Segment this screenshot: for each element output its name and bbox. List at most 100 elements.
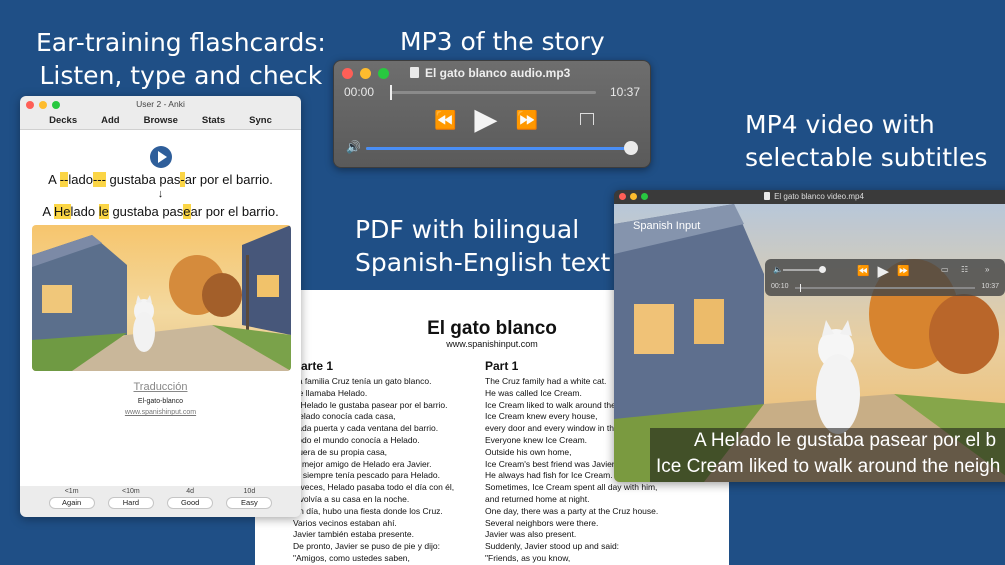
spanish-line: Un día, hubo una fiesta donde los Cruz. [293,505,443,516]
anki-menu-browse[interactable]: Browse [144,115,178,129]
zoom-window-button[interactable] [378,68,389,79]
english-line: Javier was also present. [485,529,577,540]
mp3-progress-bar[interactable] [390,85,596,100]
answer-interval: <10m [122,488,140,495]
correct-fix: le [98,204,109,219]
caption-ear-training: Ear-training flashcards: Listen, type an… [36,26,326,92]
audio-play-icon[interactable] [150,146,172,168]
translation-link[interactable]: Traducción [20,381,301,393]
english-line: Suddenly, Javier stood up and said: [485,541,620,552]
easy-button[interactable]: Easy [226,497,273,509]
video-rewind-icon[interactable]: ⏪ [857,266,869,277]
caption-mp4-line2: selectable subtitles [745,143,988,172]
minimize-window-button[interactable] [360,68,371,79]
close-window-button[interactable] [342,68,353,79]
video-fast-forward-icon[interactable]: ⏩ [897,266,909,277]
answer-buttons: <1m Again <10m Hard 4d Good 10d Easy [20,486,301,517]
subtitle-box[interactable]: A Helado le gustaba pasear por el b Ice … [650,428,1005,482]
again-button[interactable]: Again [48,497,95,509]
answer-interval: 10d [243,488,256,495]
video-total-time: 10:37 [981,283,999,290]
subtitle-spanish[interactable]: A Helado le gustaba pasear por el b [694,430,996,452]
video-elapsed-time: 00:10 [771,283,789,290]
video-airplay-icon[interactable]: ▭ [941,265,949,274]
spanish-line: De pronto, Javier se puso de pie y dijo: [293,541,440,552]
video-brand-watermark: Spanish Input [633,220,701,232]
document-icon [410,67,419,78]
cat-illustration [32,225,291,371]
spanish-line: Helado conocía cada casa, [293,411,396,422]
english-line: Several neighbors were there. [485,517,599,528]
typed-part: ar por el barrio. [184,172,273,187]
speaker-icon[interactable]: 🔊 [346,140,361,154]
video-play-icon[interactable]: ▶ [877,262,889,280]
video-volume-knob[interactable] [819,266,826,273]
play-icon[interactable]: ▶ [474,105,497,135]
answer-hard: <10m Hard [107,488,154,517]
answer-good: 4d Good [167,488,214,517]
anki-menu-add[interactable]: Add [101,115,119,129]
caption-pdf-line2: Spanish-English text [355,248,611,277]
video-subtitles-icon[interactable]: ☷ [961,265,968,274]
anki-toolbar: Decks Add Browse Stats Sync [20,112,301,130]
answer-again: <1m Again [48,488,95,517]
typed-part: A [48,172,60,187]
mp3-volume-knob[interactable] [624,141,638,155]
caption-mp4: MP4 video with selectable subtitles [745,108,987,174]
spanish-line: Todo el mundo conocía a Helado. [293,434,420,445]
video-progress-knob[interactable] [800,284,801,292]
good-button[interactable]: Good [167,497,214,509]
spanish-line: Javier también estaba presente. [293,529,414,540]
anki-menu-stats[interactable]: Stats [202,115,225,129]
spanish-line: Se llamaba Helado. [293,387,368,398]
answer-easy: 10d Easy [226,488,273,517]
video-transport-controls: ⏪ ▶ ⏩ [857,262,909,280]
english-line: Sometimes, Ice Cream spent all day with … [485,482,658,493]
anki-menu-decks[interactable]: Decks [49,115,77,129]
mp4-window-title: El gato blanco video.mp4 [614,192,1005,201]
video-control-overlay: 🔈 ⏪ ▶ ⏩ ▭ ☷ » 00:10 10:37 [765,259,1005,296]
window-controls [342,68,389,79]
spanish-line: Fuera de su propia casa, [293,446,388,457]
mp4-player-window: El gato blanco video.mp4 Spanish Input 🔈… [614,190,1005,482]
correct-fix: He [53,204,71,219]
english-line: One day, there was a party at the Cruz h… [485,505,659,516]
mp4-title-text: El gato blanco video.mp4 [774,192,864,201]
subtitle-english[interactable]: Ice Cream liked to walk around the neigh [656,456,1000,478]
website-link[interactable]: www.spanishinput.com [20,409,301,416]
down-arrow-icon: ↓ [157,188,164,200]
correct-part: gustaba pas [108,204,184,219]
spanish-line: "Amigos, como ustedes saben, [293,552,410,563]
document-icon [764,192,771,200]
video-progress-bar[interactable] [795,284,975,292]
caption-mp4-line1: MP4 video with [745,110,935,139]
typed-error: --- [92,172,106,187]
hard-button[interactable]: Hard [107,497,154,509]
anki-card: A --lado--- gustaba pas-ar por el barrio… [20,130,301,486]
video-speaker-icon[interactable]: 🔈 [773,265,783,274]
mp3-window-title: El gato blanco audio.mp3 [410,66,570,80]
caption-ear-line2: Listen, type and check [39,61,323,90]
anki-menu-sync[interactable]: Sync [249,115,272,129]
spanish-line: La familia Cruz tenía un gato blanco. [293,376,432,386]
english-line: "Friends, as you know, [485,552,571,563]
mp3-title-text: El gato blanco audio.mp3 [425,66,571,80]
correct-part: lado [70,204,99,219]
spanish-line: A veces, Helado pasaba todo el día con é… [293,482,455,493]
pdf-spanish-column: Parte 1 La familia Cruz tenía un gato bl… [293,359,454,565]
video-more-icon[interactable]: » [985,265,989,274]
airplay-icon[interactable] [580,113,594,125]
anki-window: User 2 - Anki Decks Add Browse Stats Syn… [20,96,301,517]
spanish-line: y volvía a su casa en la noche. [293,493,410,504]
mp3-total-time: 10:37 [609,85,640,99]
fast-forward-icon[interactable]: ⏩ [516,110,538,130]
typed-answer-line: A --lado--- gustaba pas-ar por el barrio… [20,172,301,187]
spanish-line: Él siempre tenía pescado para Helado. [293,470,440,481]
mp3-progress-knob[interactable] [390,85,392,100]
caption-pdf-line1: PDF with bilingual [355,215,580,244]
video-frame[interactable]: Spanish Input 🔈 ⏪ ▶ ⏩ ▭ ☷ » 00:10 10:37 … [614,204,1005,482]
mp3-volume-slider[interactable] [366,141,638,155]
rewind-icon[interactable]: ⏪ [434,110,456,130]
correct-part: A [42,204,54,219]
answer-interval: 4d [186,488,195,495]
